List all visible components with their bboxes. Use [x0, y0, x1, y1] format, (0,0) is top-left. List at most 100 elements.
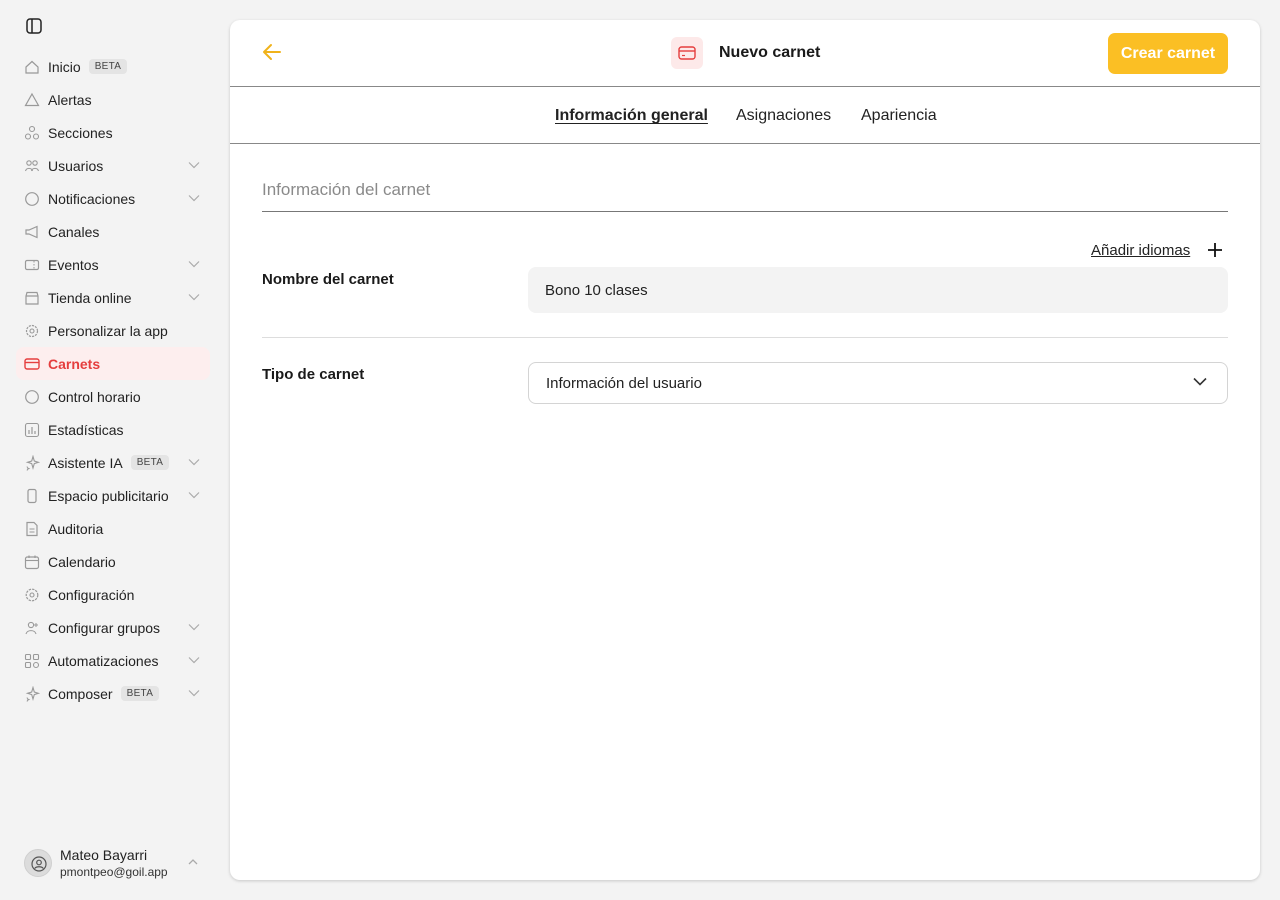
sidebar-item-label: Alertas	[48, 91, 92, 108]
chevron-down-icon[interactable]	[188, 656, 200, 664]
sidebar-item-espacio-publicitario[interactable]: Espacio publicitario	[16, 479, 210, 512]
sidebar-item-configurar-grupos[interactable]: Configurar grupos	[16, 611, 210, 644]
sidebar-item-carnets[interactable]: Carnets	[16, 347, 210, 380]
card-name-input[interactable]	[528, 267, 1228, 313]
card-icon	[671, 37, 703, 69]
main-panel: Nuevo carnet Crear carnet Información ge…	[230, 20, 1260, 880]
sparkle-icon	[25, 455, 40, 471]
chevron-down-icon[interactable]	[188, 689, 200, 697]
chevron-down-icon[interactable]	[188, 194, 200, 202]
sidebar-item-personalizar-la-app[interactable]: Personalizar la app	[16, 314, 210, 347]
sidebar-item-label: Composer	[48, 685, 113, 702]
sidebar-item-label: Personalizar la app	[48, 322, 168, 339]
sidebar-nav: Inicio BETA Alertas Secciones Usuarios Notifi…	[16, 50, 210, 710]
sidebar-item-label: Notificaciones	[48, 190, 136, 207]
sparkle-icon	[25, 686, 40, 702]
phone-icon	[27, 488, 37, 504]
sidebar-item-label: Asistente IA	[48, 454, 123, 471]
sidebar-item-label: Configuración	[48, 586, 135, 603]
home-icon	[25, 60, 39, 74]
sidebar-item-label: Control horario	[48, 388, 141, 405]
sidebar-item-canales[interactable]: Canales	[16, 215, 210, 248]
sidebar-item-label: Carnets	[48, 355, 101, 372]
sidebar-item-label: Secciones	[48, 124, 113, 141]
chart-icon	[24, 422, 40, 438]
sidebar-item-label: Canales	[48, 223, 100, 240]
section-title: Información del carnet	[262, 180, 1228, 212]
sidebar-item-label: Inicio	[48, 58, 81, 75]
sidebar: Inicio BETA Alertas Secciones Usuarios Notifi…	[0, 0, 220, 900]
card-type-label: Tipo de carnet	[262, 366, 365, 383]
sidebar-item-secciones[interactable]: Secciones	[16, 116, 210, 149]
sidebar-item-eventos[interactable]: Eventos	[16, 248, 210, 281]
header: Nuevo carnet Crear carnet	[230, 20, 1260, 87]
chevron-down-icon[interactable]	[188, 623, 200, 631]
card-type-value: Información del usuario	[546, 375, 702, 392]
user-menu[interactable]: Mateo Bayarri pmontpeo@goil.app	[24, 846, 204, 882]
sidebar-item-tienda-online[interactable]: Tienda online	[16, 281, 210, 314]
card-type-select[interactable]: Información del usuario	[528, 362, 1228, 404]
sidebar-item-label: Espacio publicitario	[48, 487, 169, 504]
sidebar-toggle-icon[interactable]	[25, 17, 43, 35]
beta-badge: BETA	[130, 455, 170, 470]
sidebar-item-auditoria[interactable]: Auditoria	[16, 512, 210, 545]
sidebar-item-label: Configurar grupos	[48, 619, 161, 636]
tab-assignments[interactable]: Asignaciones	[736, 107, 831, 125]
user-icon	[31, 856, 47, 872]
gear-icon	[25, 324, 39, 338]
ticket-icon	[24, 259, 40, 271]
megaphone-icon	[25, 225, 38, 239]
users-icon	[24, 160, 40, 172]
divider	[262, 337, 1228, 338]
card-icon	[24, 358, 40, 370]
document-icon	[26, 521, 38, 537]
sidebar-item-control-horario[interactable]: Control horario	[16, 380, 210, 413]
chevron-down-icon[interactable]	[188, 260, 200, 268]
chevron-down-icon[interactable]	[188, 458, 200, 466]
beta-badge: BETA	[88, 59, 128, 74]
sidebar-item-label: Automatizaciones	[48, 652, 159, 669]
sidebar-item-inicio[interactable]: Inicio BETA	[16, 50, 210, 83]
sidebar-item-notificaciones[interactable]: Notificaciones	[16, 182, 210, 215]
chevron-down-icon	[1193, 377, 1207, 386]
page-title: Nuevo carnet	[719, 44, 821, 61]
beta-badge: BETA	[120, 686, 160, 701]
tab-bar: Información general Asignaciones Aparien…	[230, 87, 1260, 144]
settings-icon	[25, 588, 39, 602]
clock-icon	[25, 390, 39, 404]
user-name: Mateo Bayarri	[60, 847, 148, 863]
tab-general-info[interactable]: Información general	[555, 107, 708, 125]
sidebar-item-alertas[interactable]: Alertas	[16, 83, 210, 116]
user-group-icon	[25, 621, 38, 635]
plus-icon[interactable]	[1207, 242, 1223, 258]
sidebar-item-composer[interactable]: Composer BETA	[16, 677, 210, 710]
sidebar-item-estadisticas[interactable]: Estadísticas	[16, 413, 210, 446]
sidebar-item-usuarios[interactable]: Usuarios	[16, 149, 210, 182]
sidebar-item-asistente-ia[interactable]: Asistente IA BETA	[16, 446, 210, 479]
sidebar-item-label: Tienda online	[48, 289, 132, 306]
back-arrow-icon[interactable]	[260, 42, 284, 62]
tab-appearance[interactable]: Apariencia	[861, 107, 937, 125]
workflow-icon	[24, 653, 40, 669]
sidebar-item-label: Auditoria	[48, 520, 104, 537]
calendar-icon	[24, 555, 40, 570]
sections-icon	[24, 125, 40, 140]
sidebar-item-label: Usuarios	[48, 157, 104, 174]
chevron-down-icon[interactable]	[188, 161, 200, 169]
add-languages-link[interactable]: Añadir idiomas	[1091, 242, 1190, 259]
sidebar-item-configuracion[interactable]: Configuración	[16, 578, 210, 611]
sidebar-item-label: Estadísticas	[48, 421, 124, 438]
sidebar-item-label: Calendario	[48, 553, 116, 570]
sidebar-item-calendario[interactable]: Calendario	[16, 545, 210, 578]
alert-triangle-icon	[24, 92, 40, 107]
card-name-label: Nombre del carnet	[262, 271, 394, 288]
chevron-up-icon	[188, 859, 198, 865]
store-icon	[25, 291, 39, 305]
sidebar-item-automatizaciones[interactable]: Automatizaciones	[16, 644, 210, 677]
create-card-button[interactable]: Crear carnet	[1108, 33, 1228, 74]
chevron-down-icon[interactable]	[188, 293, 200, 301]
user-email: pmontpeo@goil.app	[60, 865, 168, 879]
sidebar-item-label: Eventos	[48, 256, 99, 273]
chevron-down-icon[interactable]	[188, 491, 200, 499]
message-icon	[25, 192, 39, 206]
